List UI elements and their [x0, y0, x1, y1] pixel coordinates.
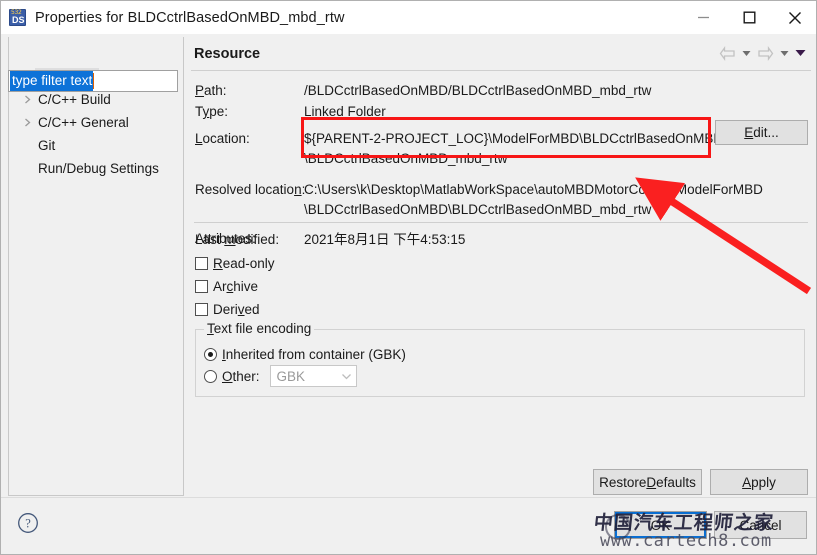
- ds5-app-icon: [9, 9, 26, 26]
- question-mark-icon[interactable]: ?: [17, 512, 39, 534]
- page-nav-controls: [717, 43, 807, 63]
- restore-defaults-button[interactable]: Restore Defaults: [593, 469, 702, 495]
- chevron-down-icon[interactable]: [777, 43, 791, 63]
- maximize-button[interactable]: [726, 1, 772, 34]
- apply-button[interactable]: Apply: [710, 469, 808, 495]
- properties-dialog: Properties for BLDCctrlBasedOnMBD_mbd_rt…: [0, 0, 817, 555]
- resource-fields: Path: /BLDCctrlBasedOnMBD/BLDCctrlBasedO…: [191, 71, 811, 250]
- filter-input-value: type filter text: [10, 71, 94, 91]
- window-controls: [680, 1, 816, 34]
- field-path: Path: /BLDCctrlBasedOnMBD/BLDCctrlBasedO…: [191, 80, 811, 101]
- encoding-combobox[interactable]: GBK: [269, 365, 357, 387]
- field-path-value: /BLDCctrlBasedOnMBD/BLDCctrlBasedOnMBD_m…: [304, 83, 652, 98]
- sidebar-item-git[interactable]: Git: [9, 134, 183, 157]
- checkbox-box[interactable]: [195, 280, 208, 293]
- arrow-left-icon[interactable]: [717, 43, 737, 63]
- checkbox-label: Derived: [213, 302, 260, 317]
- radio-other-encoding[interactable]: Other: GBK: [196, 365, 804, 387]
- radio-label: Inherited from container (GBK): [222, 346, 406, 362]
- filter-input[interactable]: type filter text: [8, 70, 178, 92]
- field-path-label: Path:: [195, 83, 227, 98]
- checkbox-archive[interactable]: Archive: [195, 276, 809, 297]
- settings-tree-pane: Resource C/C++ Build C/C++ General: [8, 37, 184, 496]
- checkbox-box[interactable]: [195, 303, 208, 316]
- text-file-encoding-group: Text file encoding Inherited from contai…: [195, 321, 805, 397]
- minimize-button[interactable]: [680, 1, 726, 34]
- resource-page: Resource Path: /BLDCctrlBasedOnMBD/BLDCc…: [191, 37, 811, 496]
- dialog-body: Resource C/C++ Build C/C++ General: [1, 34, 816, 497]
- cancel-button[interactable]: Cancel: [714, 511, 807, 539]
- checkbox-read-only[interactable]: Read-only: [195, 253, 809, 274]
- sidebar-item-label: Run/Debug Settings: [38, 161, 159, 176]
- title-bar: Properties for BLDCctrlBasedOnMBD_mbd_rt…: [1, 1, 816, 34]
- checkbox-label: Archive: [213, 279, 259, 294]
- page-header: Resource: [191, 37, 811, 71]
- arrow-right-icon[interactable]: [755, 43, 775, 63]
- footer-buttons: OK Cancel: [614, 511, 807, 539]
- close-button[interactable]: [772, 1, 816, 34]
- radio-button[interactable]: [204, 347, 217, 361]
- window-title: Properties for BLDCctrlBasedOnMBD_mbd_rt…: [35, 9, 345, 26]
- chevron-down-filled-icon[interactable]: [793, 43, 807, 63]
- field-resolved-location: Resolved location: C:\Users\k\Desktop\Ma…: [191, 179, 811, 220]
- encoding-combobox-value: GBK: [276, 368, 306, 384]
- dialog-footer: ? OK Cancel: [1, 497, 816, 554]
- radio-button[interactable]: [204, 369, 217, 383]
- page-title: Resource: [194, 45, 261, 62]
- checkbox-derived[interactable]: Derived: [195, 299, 809, 320]
- section-divider: [194, 222, 808, 223]
- edit-button[interactable]: Edit...: [715, 120, 808, 145]
- sidebar-item-run-debug-settings[interactable]: Run/Debug Settings: [9, 157, 183, 180]
- field-resolved-location-label: Resolved location:: [195, 182, 306, 197]
- attributes-title: Attributes:: [195, 231, 256, 246]
- field-type-value: Linked Folder: [304, 104, 386, 119]
- chevron-down-icon[interactable]: [341, 366, 352, 386]
- checkbox-label: Read-only: [213, 256, 275, 271]
- radio-label: Other:: [222, 368, 260, 384]
- chevron-right-icon[interactable]: [19, 118, 35, 127]
- field-location-label: Location:: [195, 131, 250, 146]
- field-type: Type: Linked Folder: [191, 101, 811, 122]
- sidebar-item-cpp-general[interactable]: C/C++ General: [9, 111, 183, 134]
- chevron-right-icon[interactable]: [19, 95, 35, 104]
- field-resolved-location-value: C:\Users\k\Desktop\MatlabWorkSpace\autoM…: [304, 182, 763, 217]
- chevron-down-icon[interactable]: [739, 43, 753, 63]
- ok-button[interactable]: OK: [614, 511, 707, 539]
- sidebar-item-label: Git: [38, 138, 56, 153]
- checkbox-box[interactable]: [195, 257, 208, 270]
- page-action-buttons: Restore Defaults Apply: [593, 469, 808, 495]
- attributes-section: Attributes: Read-only Archive Derived Te…: [195, 231, 809, 397]
- svg-text:?: ?: [25, 517, 31, 531]
- sidebar-item-label: C/C++ General: [38, 115, 129, 130]
- text-file-encoding-title: Text file encoding: [204, 321, 315, 336]
- field-type-label: Type:: [195, 104, 229, 119]
- sidebar-item-label: C/C++ Build: [38, 92, 111, 107]
- text-cursor: [93, 73, 95, 89]
- radio-inherited-from-container[interactable]: Inherited from container (GBK): [196, 343, 804, 365]
